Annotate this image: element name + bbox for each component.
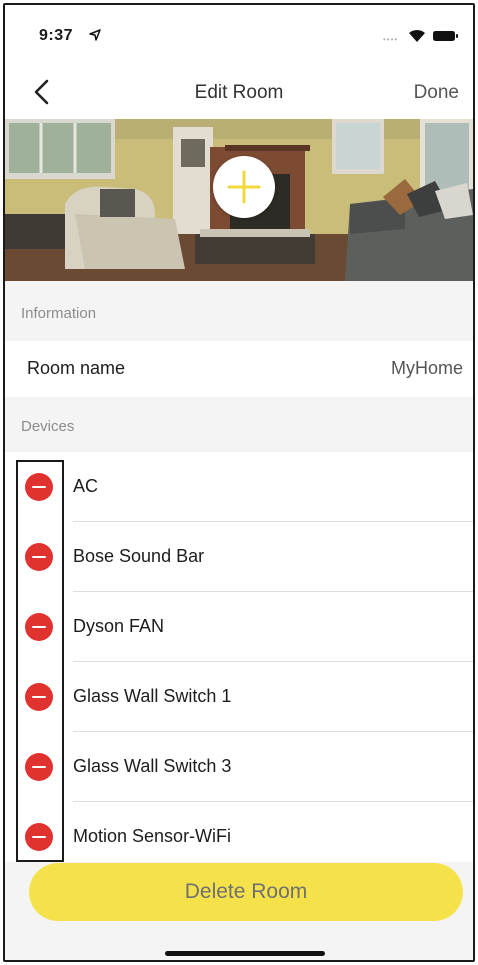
device-row[interactable]: AC [5,452,473,522]
chevron-left-icon[interactable] [29,77,55,107]
battery-icon [433,31,458,41]
device-row[interactable]: Motion Sensor-WiFi [5,802,473,872]
minus-circle-icon[interactable] [25,613,53,641]
information-section-header: Information [21,305,97,322]
minus-circle-icon[interactable] [25,823,53,851]
minus-circle-icon[interactable] [25,543,53,571]
minus-circle-icon[interactable] [25,753,53,781]
minus-circle-icon[interactable] [25,473,53,501]
device-name: Glass Wall Switch 1 [73,686,232,706]
device-list: AC Bose Sound Bar Dyson FAN Glass Wall S… [5,452,473,862]
cellular-signal-icon: •••• [383,35,399,44]
navigation-bar: Edit Room Done [5,67,473,119]
location-arrow-icon [89,29,101,41]
device-row[interactable]: Glass Wall Switch 3 [5,732,473,802]
page-title: Edit Room [194,82,284,103]
plus-icon [227,170,261,204]
minus-circle-icon[interactable] [25,683,53,711]
device-row[interactable]: Bose Sound Bar [5,522,473,592]
done-button[interactable]: Done [414,82,459,104]
room-name-row[interactable]: Room name MyHome [5,341,473,397]
home-indicator [165,951,325,956]
wifi-icon [409,29,425,42]
devices-section-header: Devices [21,418,75,435]
room-name-value[interactable]: MyHome [391,358,463,379]
status-time: 9:37 [39,27,74,44]
device-name: Glass Wall Switch 3 [73,756,232,776]
device-name: Motion Sensor-WiFi [73,826,232,846]
add-photo-button[interactable] [213,156,275,218]
delete-room-button[interactable]: Delete Room [29,863,463,921]
room-name-label: Room name [27,358,126,378]
device-row[interactable]: Dyson FAN [5,592,473,662]
device-row[interactable]: Glass Wall Switch 1 [5,662,473,732]
device-name: Bose Sound Bar [73,546,205,566]
device-name: Dyson FAN [73,616,165,636]
phone-screen: 9:37 •••• Edit Room Done Information Roo… [3,3,475,962]
device-name: AC [73,476,99,496]
status-bar: 9:37 •••• [5,5,473,67]
